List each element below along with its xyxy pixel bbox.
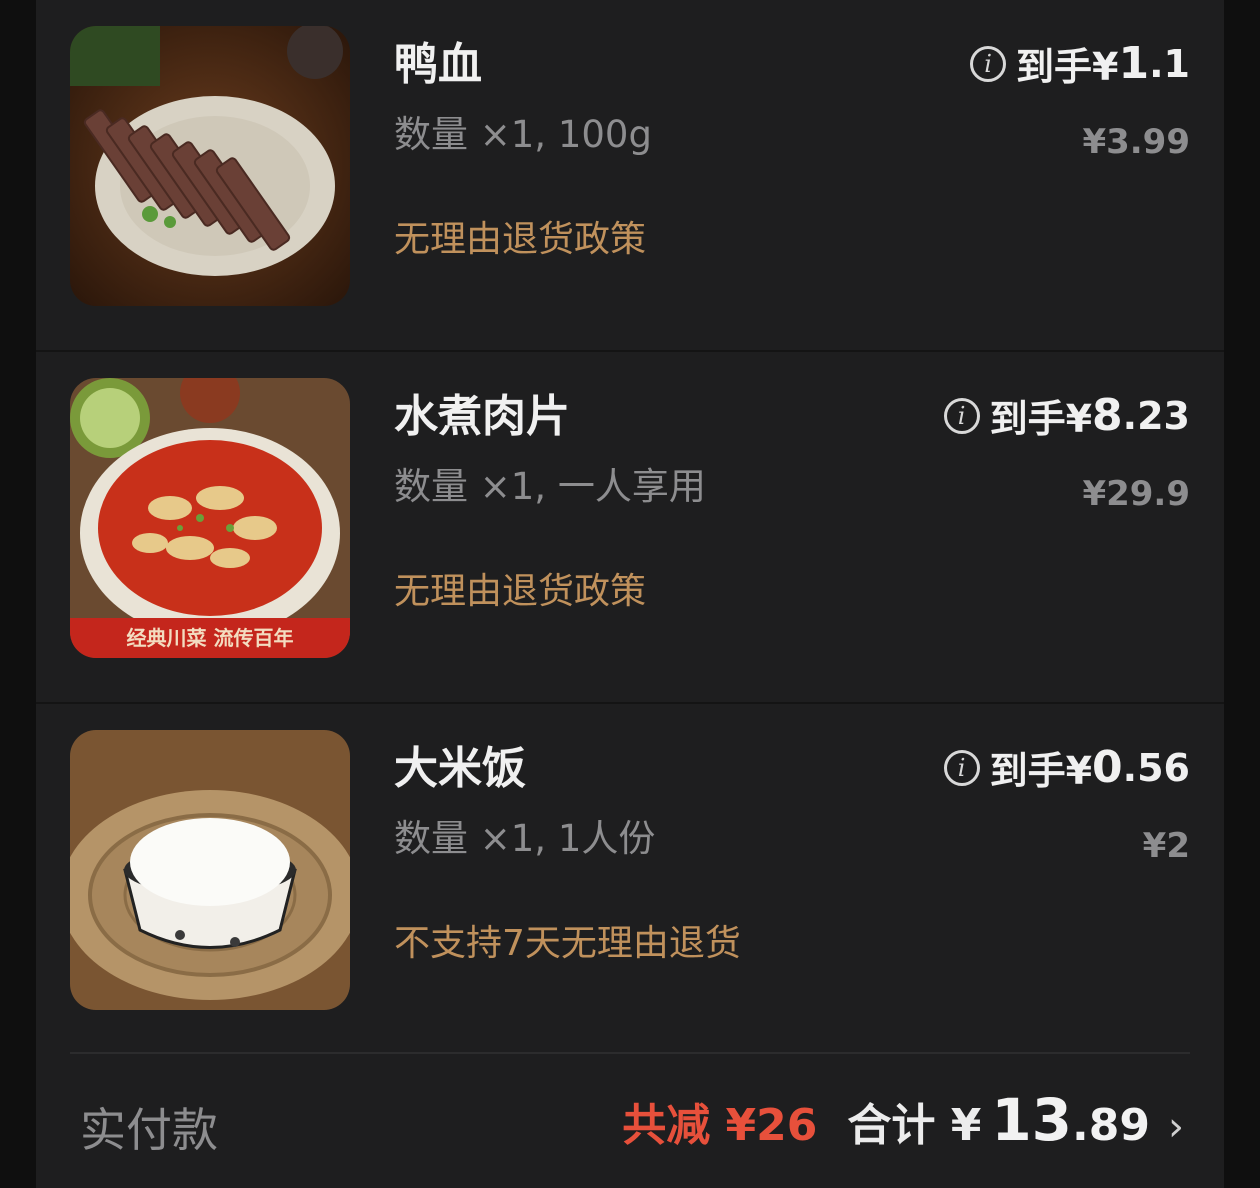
return-policy: 无理由退货政策: [394, 571, 647, 612]
final-price-prefix: 到手¥: [1016, 45, 1119, 89]
original-price: ¥3.99: [1082, 122, 1190, 162]
divider: [70, 1052, 1190, 1054]
actual-payment-label: 实付款: [80, 1103, 218, 1157]
total-amount-int: 13: [991, 1086, 1073, 1154]
product-quantity: 数量 ×1, 一人享用: [394, 465, 706, 508]
product-name: 水煮肉片: [394, 391, 570, 442]
final-price-dec: .23: [1122, 393, 1190, 438]
final-price[interactable]: i 到手¥ 8.23: [943, 388, 1190, 443]
return-policy: 不支持7天无理由退货: [394, 923, 741, 964]
chevron-right-icon[interactable]: ›: [1168, 1104, 1184, 1150]
final-price-int: 1: [1118, 38, 1150, 89]
final-price-prefix: 到手¥: [989, 397, 1093, 441]
product-quantity: 数量 ×1, 1人份: [394, 817, 656, 860]
total-amount-dec: .89: [1072, 1100, 1150, 1151]
return-policy: 无理由退货政策: [394, 219, 647, 260]
total-label: 合计 ¥: [847, 1100, 982, 1151]
final-price-dec: .1: [1149, 41, 1190, 86]
final-price-prefix: 到手¥: [989, 749, 1093, 793]
info-icon[interactable]: i: [970, 45, 1007, 82]
product-quantity: 数量 ×1, 100g: [394, 113, 652, 156]
product-image-duck-blood[interactable]: [70, 26, 350, 306]
info-icon[interactable]: i: [943, 749, 980, 786]
original-price: ¥2: [1142, 826, 1190, 866]
order-items-panel: 鸭血 数量 ×1, 100g 无理由退货政策 i 到手¥ 1.1 ¥3.99 经…: [36, 0, 1224, 1188]
product-image-boiled-pork[interactable]: 经典川菜 流传百年: [70, 378, 350, 658]
product-name: 鸭血: [394, 39, 482, 90]
original-price: ¥29.9: [1082, 474, 1190, 514]
image-banner-text: 经典川菜 流传百年: [127, 626, 294, 650]
discount-total: 共减 ¥26: [622, 1100, 818, 1151]
final-price-int: 8: [1092, 390, 1123, 441]
final-price-int: 0: [1092, 742, 1123, 793]
final-price-dec: .56: [1122, 745, 1190, 790]
final-price[interactable]: i 到手¥ 1.1: [970, 36, 1190, 91]
list-item[interactable]: 经典川菜 流传百年 水煮肉片 数量 ×1, 一人享用 无理由退货政策 i 到手¥…: [36, 352, 1224, 704]
payment-summary[interactable]: 共减 ¥26 合计 ¥ 13 .89 ›: [622, 1086, 1184, 1154]
list-item[interactable]: 鸭血 数量 ×1, 100g 无理由退货政策 i 到手¥ 1.1 ¥3.99: [36, 0, 1224, 352]
product-image-rice[interactable]: [70, 730, 350, 1010]
info-icon[interactable]: i: [943, 397, 980, 434]
product-name: 大米饭: [394, 743, 526, 794]
final-price[interactable]: i 到手¥ 0.56: [943, 740, 1190, 795]
list-item[interactable]: 大米饭 数量 ×1, 1人份 不支持7天无理由退货 i 到手¥ 0.56 ¥2: [36, 704, 1224, 1054]
